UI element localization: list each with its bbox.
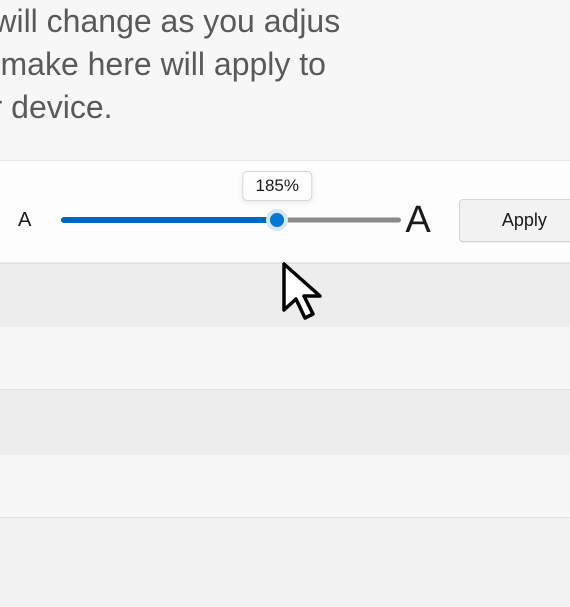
slider-max-label: A: [405, 199, 430, 242]
text-size-slider-row: A 185% A Apply: [0, 160, 570, 263]
slider-min-label: A: [18, 209, 31, 232]
description-line-2: you make here will apply to: [0, 46, 326, 82]
list-gap: [0, 455, 570, 517]
list-gap: [0, 327, 570, 389]
description-line-3: your device.: [0, 89, 113, 125]
list-row: [0, 517, 570, 607]
text-size-slider[interactable]: 185%: [61, 217, 401, 223]
list-row: [0, 263, 570, 327]
slider-thumb[interactable]: [266, 209, 288, 231]
slider-value-tooltip: 185%: [242, 171, 311, 201]
text-size-description: rds will change as you adjus you make he…: [0, 0, 570, 160]
apply-button[interactable]: Apply: [459, 199, 570, 242]
slider-track-fill: [61, 217, 277, 223]
description-line-1: rds will change as you adjus: [0, 3, 340, 39]
list-row: [0, 389, 570, 455]
